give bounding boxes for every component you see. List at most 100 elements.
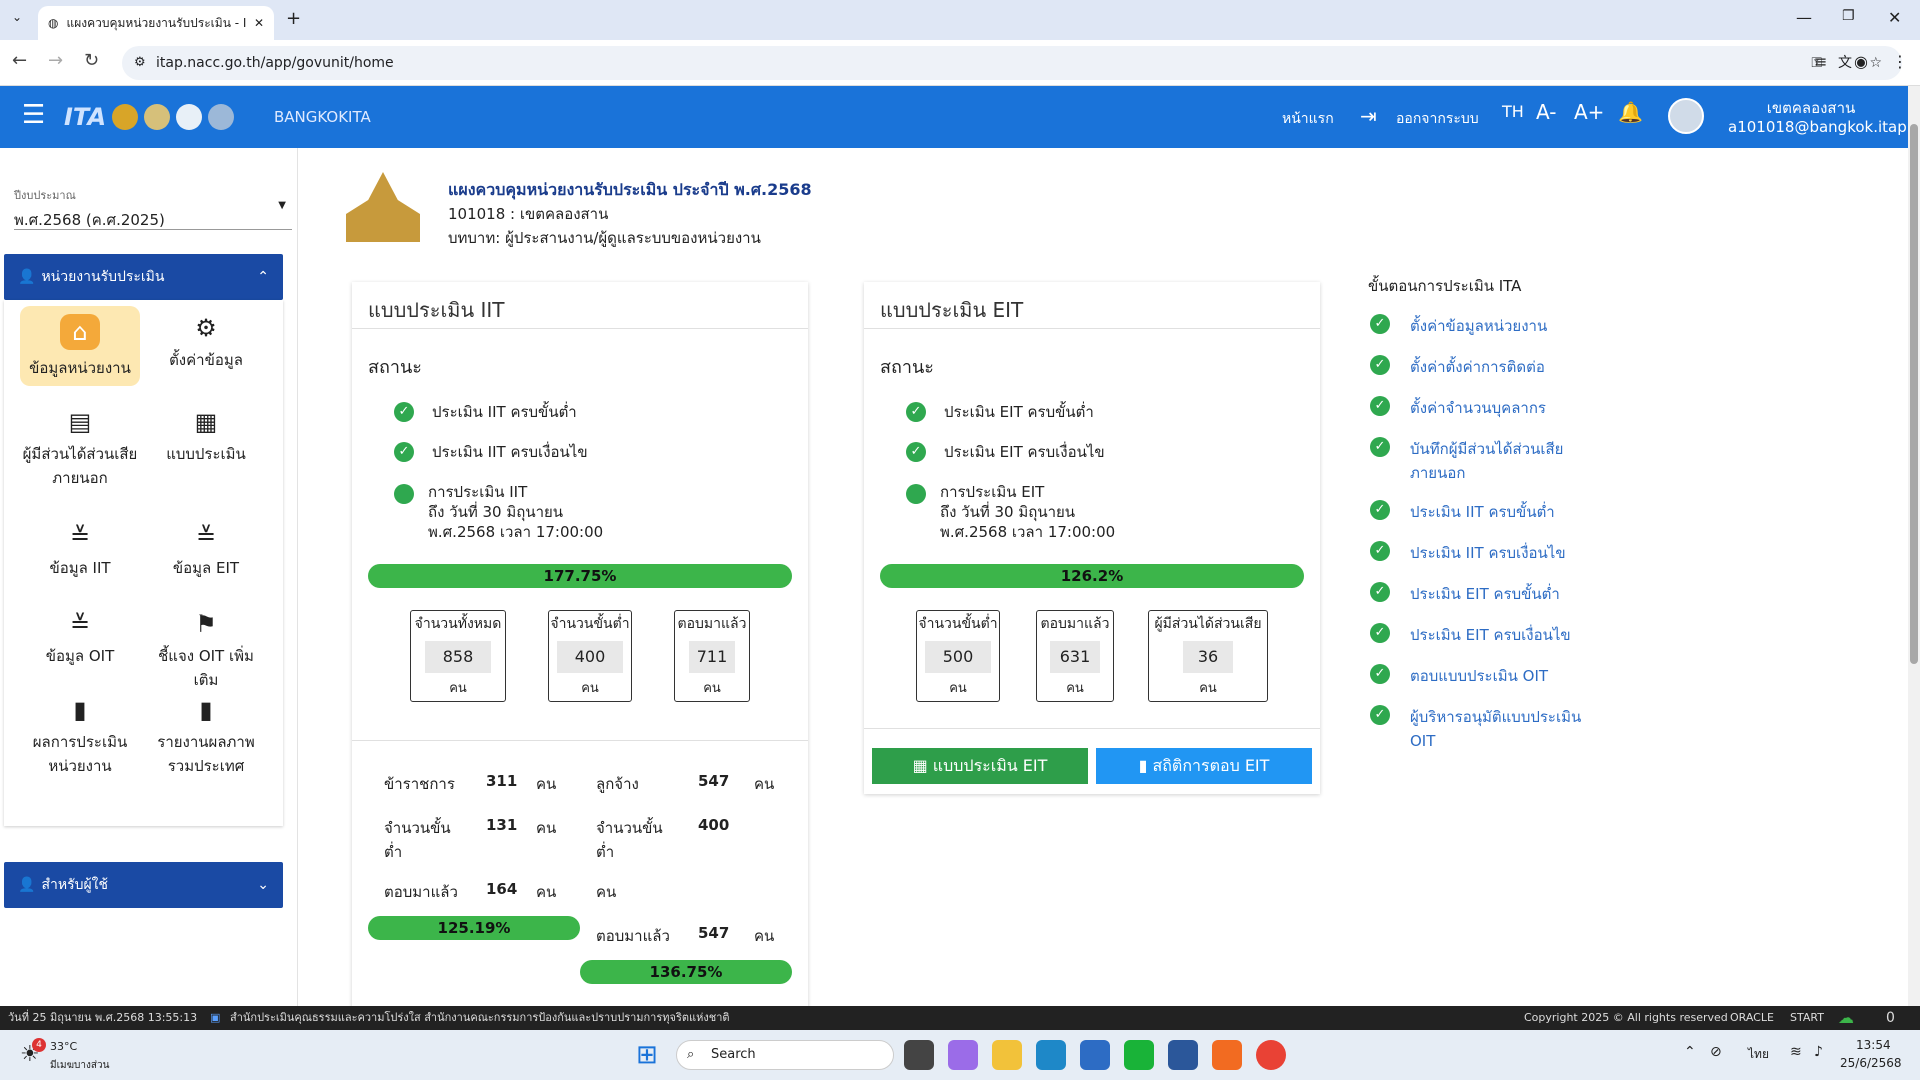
home-link[interactable]: หน้าแรก xyxy=(1282,108,1334,130)
logout-link[interactable]: ออกจากระบบ xyxy=(1396,108,1479,130)
clock-time[interactable]: 13:54 xyxy=(1856,1038,1891,1052)
windows-start-icon[interactable]: ⊞ xyxy=(636,1040,658,1070)
stat-unit: คน xyxy=(1199,681,1217,696)
file-explorer-icon[interactable] xyxy=(992,1040,1022,1070)
url-field[interactable]: ⚙ itap.nacc.go.th/app/govunit/home ⚿ 文 ☆ xyxy=(122,46,1902,80)
font-decrease-button[interactable]: A- xyxy=(1536,100,1556,124)
stat-unit: คน xyxy=(581,681,599,696)
new-tab-icon[interactable]: + xyxy=(286,8,301,29)
site-name: BANGKOKITA xyxy=(274,108,371,126)
font-increase-button[interactable]: A+ xyxy=(1574,100,1604,124)
menu-national-report[interactable]: ▮ รายงานผลภาพรวมประเทศ xyxy=(146,696,266,778)
forward-icon[interactable]: → xyxy=(48,50,63,71)
back-icon[interactable]: ← xyxy=(12,50,27,71)
bookmark-star-icon[interactable]: ☆ xyxy=(1869,46,1882,80)
section-for-user[interactable]: 👤 สำหรับผู้ใช้ ⌄ xyxy=(4,862,283,908)
edge-icon[interactable] xyxy=(1036,1040,1066,1070)
eit-form-button[interactable]: ▦ แบบประเมิน EIT xyxy=(872,748,1088,784)
menu-stakeholders[interactable]: ▤ ผู้มีส่วนได้ส่วนเสียภายนอก xyxy=(20,408,140,490)
user-email: a101018@bangkok.itap xyxy=(1728,118,1907,136)
word-icon[interactable] xyxy=(1168,1040,1198,1070)
tray-chevron-icon[interactable]: ⌃ xyxy=(1684,1044,1696,1060)
logout-icon[interactable]: ⇥ xyxy=(1360,104,1377,128)
bell-icon[interactable]: 🔔 xyxy=(1618,100,1643,124)
restore-icon[interactable]: ❐ xyxy=(1842,8,1855,24)
task-view-icon[interactable] xyxy=(904,1040,934,1070)
line-icon[interactable] xyxy=(1124,1040,1154,1070)
menu-unit-results[interactable]: ▮ ผลการประเมินหน่วยงาน xyxy=(20,696,140,778)
eit-status-1: ประเมิน EIT ครบขั้นต่ำ xyxy=(944,403,1094,421)
site-info-icon[interactable]: ⚙ xyxy=(134,46,146,80)
menu-eit-data[interactable]: ≚ ข้อมูล EIT xyxy=(146,522,266,580)
menu-dots-icon[interactable]: ⋮ xyxy=(1892,52,1908,71)
wifi-icon[interactable]: ≋ xyxy=(1790,1044,1802,1060)
chevron-down-icon: ⌄ xyxy=(257,877,269,893)
step-label: ผู้บริหารอนุมัติแบบประเมิน OIT xyxy=(1410,708,1582,750)
clock-date[interactable]: 25/6/2568 xyxy=(1840,1056,1902,1070)
tab-favicon-icon: ◍ xyxy=(48,16,59,30)
check-icon: ✓ xyxy=(1370,500,1390,520)
store-app-icon[interactable] xyxy=(1080,1040,1110,1070)
avatar[interactable] xyxy=(1668,98,1704,134)
menu-label: รายงานผลภาพรวมประเทศ xyxy=(157,733,255,775)
search-logo xyxy=(208,104,235,130)
qr-icon: ▦ xyxy=(194,408,218,436)
divider xyxy=(864,328,1320,329)
emp-answered-label: ตอบมาแล้ว xyxy=(596,927,670,945)
app-icon[interactable] xyxy=(1212,1040,1242,1070)
eit-status-2: ประเมิน EIT ครบเงื่อนไข xyxy=(944,443,1105,461)
browser-tab[interactable]: ◍ แผงควบคุมหน่วยงานรับประเมิน - ITA ✕ xyxy=(38,6,274,40)
unit-code-name: 101018 : เขตคลองสาน xyxy=(448,205,609,223)
menu-iit-data[interactable]: ≚ ข้อมูล IIT xyxy=(20,522,140,580)
menu-forms[interactable]: ▦ แบบประเมิน xyxy=(146,408,266,466)
stat-unit: คน xyxy=(1066,681,1084,696)
eit-stats-button[interactable]: ▮ สถิติการตอบ EIT xyxy=(1096,748,1312,784)
scrollbar-thumb[interactable] xyxy=(1910,124,1918,664)
chart-icon: ▮ xyxy=(73,696,87,724)
reload-icon[interactable]: ↻ xyxy=(84,50,99,71)
menu-oit-explain[interactable]: ⚑ ชี้แจง OIT เพิ่มเติม xyxy=(146,610,266,692)
iit-status-1: ประเมิน IIT ครบขั้นต่ำ xyxy=(432,403,577,421)
steps-title: ขั้นตอนการประเมิน ITA xyxy=(1368,277,1522,295)
close-tab-icon[interactable]: ✕ xyxy=(254,16,264,30)
input-language[interactable]: ไทย xyxy=(1748,1045,1769,1064)
chrome-icon[interactable] xyxy=(1256,1040,1286,1070)
step-label: ตั้งค่าจำนวนบุคลากร xyxy=(1410,399,1546,417)
page-scrollbar[interactable] xyxy=(1908,86,1920,1006)
volume-icon[interactable]: ♪ xyxy=(1814,1044,1823,1060)
stat-label: ตอบมาแล้ว xyxy=(1040,616,1110,632)
profile-icon[interactable]: ◉ xyxy=(1854,52,1868,71)
tab-list-icon[interactable]: ⌄ xyxy=(12,10,22,24)
network-off-icon[interactable]: ⊘ xyxy=(1710,1044,1722,1060)
menu-unit-info[interactable]: ⌂ ข้อมูลหน่วยงาน xyxy=(20,314,140,380)
temperature: 33°C xyxy=(50,1040,78,1053)
stat-value: 500 xyxy=(925,641,991,673)
url-text: itap.nacc.go.th/app/govunit/home xyxy=(156,55,394,71)
fiscal-year-select[interactable]: ปีงบประมาณ พ.ศ.2568 (ค.ศ.2025) ▼ xyxy=(14,186,292,230)
taskbar-search[interactable]: ⌕ Search xyxy=(676,1040,894,1070)
language-toggle[interactable]: TH xyxy=(1502,102,1524,121)
check-icon: ✓ xyxy=(1370,541,1390,561)
fiscal-year-label: ปีงบประมาณ xyxy=(14,189,76,202)
eit-status-label: สถานะ xyxy=(880,357,934,378)
iit-stat-total: จำนวนทั้งหมด 858 คน xyxy=(410,610,506,702)
emp-min-unit: คน xyxy=(596,883,617,901)
copilot-icon[interactable] xyxy=(948,1040,978,1070)
emp-answered-value: 547 xyxy=(698,924,730,942)
minimize-icon[interactable]: — xyxy=(1796,8,1812,27)
menu-oit-data[interactable]: ≚ ข้อมูล OIT xyxy=(20,610,140,668)
seal-logo xyxy=(144,104,171,130)
info-icon: ▣ xyxy=(210,1011,221,1024)
close-window-icon[interactable]: ✕ xyxy=(1888,8,1901,27)
translate-icon[interactable]: 文 xyxy=(1838,46,1852,80)
hamburger-menu-icon[interactable]: ☰ xyxy=(22,100,45,130)
check-icon: ✓ xyxy=(1370,705,1390,725)
menu-settings[interactable]: ⚙ ตั้งค่าข้อมูล xyxy=(146,314,266,372)
iit-stat-minimum: จำนวนขั้นต่ำ 400 คน xyxy=(548,610,632,702)
gov-min-label: จำนวนขั้นต่ำ xyxy=(384,819,451,861)
section-assessed-unit[interactable]: 👤 หน่วยงานรับประเมิน ⌃ xyxy=(4,254,283,300)
media-icon[interactable]: ≡ xyxy=(1814,52,1827,71)
eit-status-3-l3: พ.ศ.2568 เวลา 17:00:00 xyxy=(940,523,1116,541)
oracle-label: ORACLE xyxy=(1730,1011,1774,1024)
check-icon: ✓ xyxy=(1370,437,1390,457)
